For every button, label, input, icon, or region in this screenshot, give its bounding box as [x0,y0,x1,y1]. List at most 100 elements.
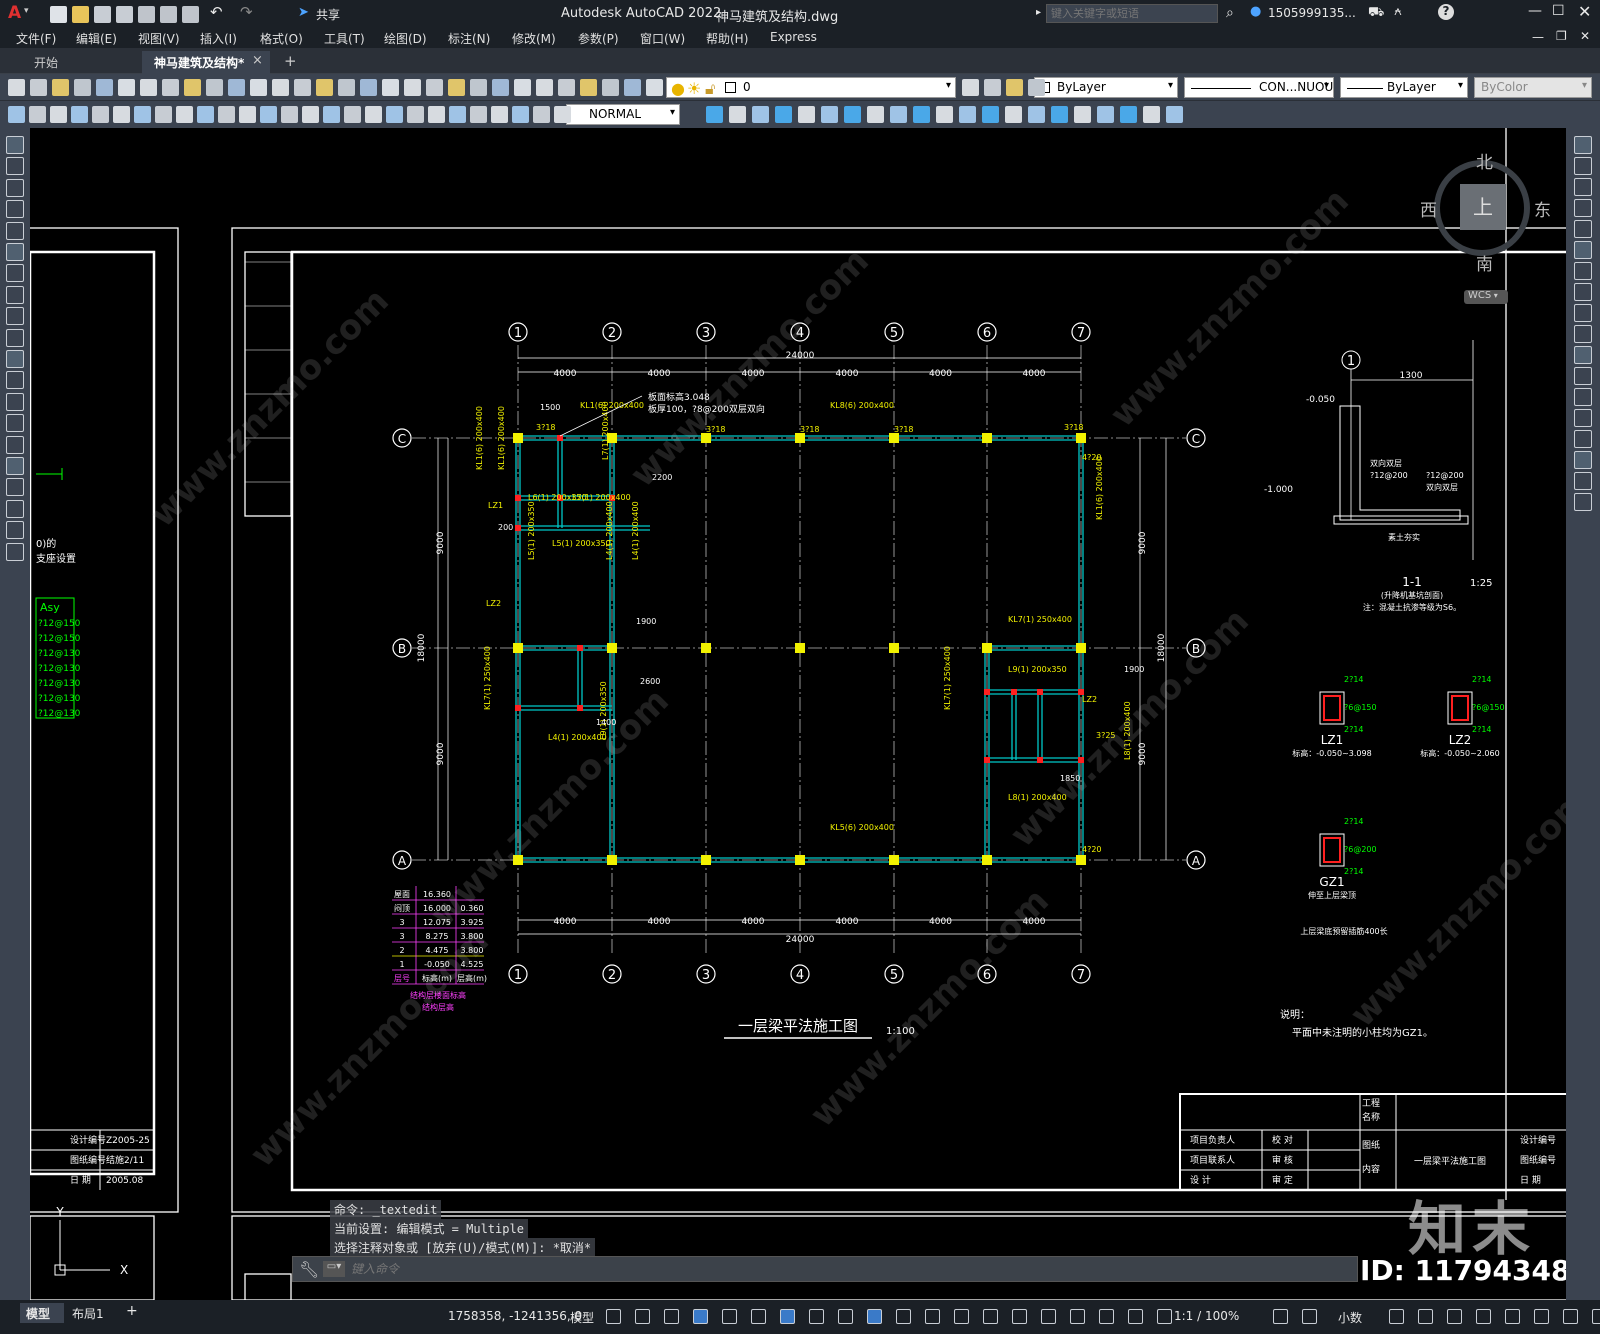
preview-icon[interactable] [96,79,113,96]
save-icon[interactable] [52,79,69,96]
break-icon[interactable] [1574,388,1592,406]
arc-icon[interactable] [6,243,24,261]
menu-window[interactable]: 窗口(W) [640,30,685,47]
help-icon[interactable] [492,79,509,96]
multiline-text-icon[interactable] [6,521,24,540]
design-center-icon[interactable] [382,79,399,96]
share-icon[interactable]: ➤ [298,5,309,20]
compass-west[interactable]: 西 [1420,196,1437,221]
undo-icon[interactable]: ↶ [210,3,223,21]
insert-block-icon[interactable] [6,371,24,390]
dim-aligned-icon[interactable] [470,106,487,123]
match-prop-icon[interactable] [206,79,223,96]
compass-north[interactable]: 北 [1476,148,1493,173]
annotation-scale-icon[interactable] [1128,1309,1143,1324]
make-block-icon[interactable] [6,392,24,411]
menu-file[interactable]: 文件(F) [16,30,56,47]
array-icon[interactable] [1574,220,1592,238]
chevron-down-icon[interactable]: ▾ [946,80,951,91]
user-icon[interactable]: ● [1250,4,1261,19]
save-as-icon[interactable] [116,6,133,23]
polygon-icon[interactable] [6,200,24,219]
dim-baseline-icon[interactable] [197,106,214,123]
ucs-3point-icon[interactable] [1051,106,1068,123]
units-readout[interactable]: 小数 [1338,1309,1362,1326]
menu-express[interactable]: Express [770,30,817,44]
annotation-visibility-icon[interactable] [1070,1309,1085,1324]
menu-help[interactable]: 帮助(H) [706,30,748,47]
walk-icon[interactable] [775,106,792,123]
ucs-x-icon[interactable] [1074,106,1091,123]
autocad-logo-icon[interactable]: A [8,3,21,23]
scale-icon[interactable] [1574,283,1592,301]
construction-line-icon[interactable] [6,157,24,176]
menu-draw[interactable]: 绘图(D) [384,30,427,47]
object-snap-tracking-icon[interactable] [809,1309,824,1324]
copy-icon[interactable] [1574,157,1592,175]
compass-east[interactable]: 东 [1534,196,1551,221]
new-tab-button[interactable]: + [284,52,297,70]
zoom-window-icon[interactable] [316,79,333,96]
dynamic-ucs-icon[interactable] [983,1309,998,1324]
dim-radius-icon[interactable] [92,106,109,123]
annotation-scale[interactable]: 1:1 / 100% [1174,1309,1239,1323]
dim-angular-icon[interactable] [155,106,172,123]
ucs-object-icon[interactable] [959,106,976,123]
table-icon[interactable] [6,499,24,518]
dim-linear-icon[interactable] [449,106,466,123]
paste-icon[interactable] [184,79,201,96]
compass-south[interactable]: 南 [1476,250,1493,275]
dim-aligned-icon[interactable] [29,106,46,123]
isodraft-icon[interactable] [780,1309,795,1324]
layer-iso-icon[interactable] [984,79,1001,96]
polyline-icon[interactable] [6,178,24,197]
print-icon[interactable] [182,6,199,23]
dim-jogged-icon[interactable] [113,106,130,123]
undo-icon[interactable] [228,79,245,96]
minimize-button[interactable]: — [1528,3,1542,19]
isolate-icon[interactable] [1447,1309,1462,1324]
ucs-view-icon[interactable] [982,106,999,123]
search-input[interactable] [1046,4,1218,23]
tab-close-icon[interactable]: × [252,53,263,68]
dim-ordinate-icon[interactable] [512,106,529,123]
command-input[interactable] [351,1260,1341,1278]
menu-view[interactable]: 视图(V) [138,30,180,47]
dim-radius-icon[interactable] [533,106,550,123]
erase-icon[interactable] [1574,136,1592,154]
publish-icon[interactable] [138,6,155,23]
zoom-realtime-icon[interactable] [294,79,311,96]
ucs-apply-icon[interactable] [1120,106,1137,123]
3d-osnap-icon[interactable] [954,1309,969,1324]
search-icon[interactable]: ⌕ [1226,5,1234,21]
copy-icon[interactable] [162,79,179,96]
ucs-named-icon[interactable] [1143,106,1160,123]
qnew-icon[interactable] [8,79,25,96]
ucs-origin-icon[interactable] [1005,106,1022,123]
lock-icon[interactable]: 🔓︎ [705,79,715,99]
ucs-y-icon[interactable] [1097,106,1114,123]
fillet-icon[interactable] [1574,451,1592,469]
break-at-point-icon[interactable] [1574,367,1592,385]
blend-icon[interactable] [1574,472,1592,490]
selection-cycling-icon[interactable] [925,1309,940,1324]
open-icon[interactable] [30,79,47,96]
calculator-icon[interactable] [470,79,487,96]
publish-icon[interactable] [118,79,135,96]
infer-icon[interactable] [664,1309,679,1324]
grid-icon[interactable] [1563,1309,1578,1324]
doc-close-button[interactable]: ✕ [1580,29,1590,43]
tab-start[interactable]: 开始 [4,51,140,73]
dim-break-icon[interactable] [260,106,277,123]
offset-icon[interactable] [1574,199,1592,217]
ucs-z-icon[interactable] [1028,106,1045,123]
gizmo-icon[interactable] [1041,1309,1056,1324]
close-button[interactable]: ✕ [1578,2,1591,21]
snap-icon[interactable] [1592,1309,1600,1324]
dynamic-input-icon[interactable] [693,1309,708,1324]
open-icon[interactable] [558,79,575,96]
add-selected-icon[interactable] [6,542,24,561]
trim-icon[interactable] [1574,325,1592,343]
pan-icon[interactable] [272,79,289,96]
layer-dropdown[interactable]: ● ☀ 🔓︎ 0 ▾ [666,77,956,98]
